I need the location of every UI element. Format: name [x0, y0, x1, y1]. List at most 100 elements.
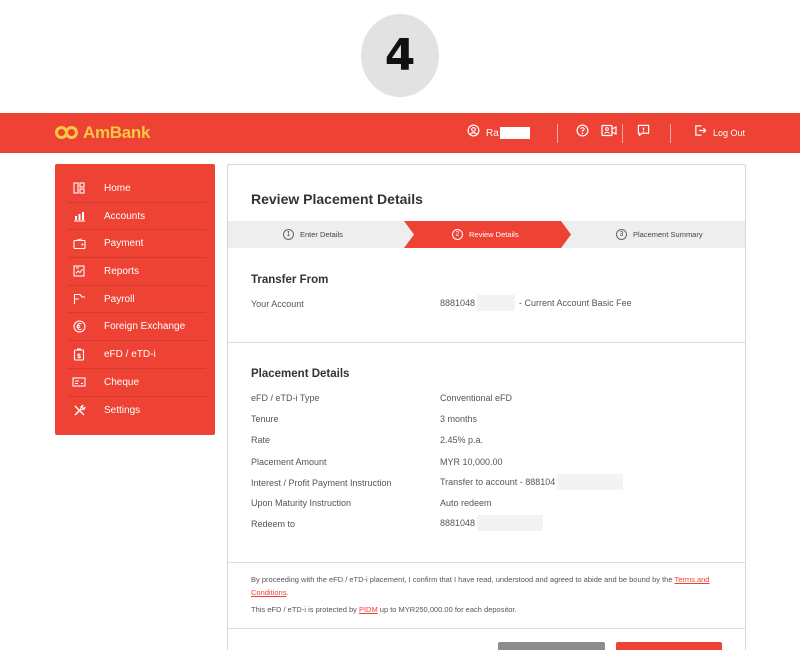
- sidebar-item-home[interactable]: Home: [68, 175, 206, 203]
- ambank-logo-mark-icon: [55, 125, 79, 141]
- pidm-link[interactable]: PIDM: [359, 605, 378, 614]
- user-menu[interactable]: Ra: [467, 113, 530, 153]
- user-circle-icon: [467, 124, 480, 142]
- step-label: Placement Summary: [633, 230, 703, 239]
- redacted-account-digits: [557, 474, 624, 490]
- placement-details-title: Placement Details: [251, 368, 350, 380]
- svg-text:$: $: [77, 352, 82, 360]
- settings-icon: [72, 403, 86, 417]
- step-label: Enter Details: [300, 230, 343, 239]
- pidm-statement: This eFD / eTD-i is protected by PIDM up…: [251, 603, 731, 616]
- sidebar-item-label: Cheque: [104, 376, 140, 388]
- step-number: 1: [283, 229, 294, 240]
- redeem-to-value: 8881048: [440, 518, 476, 528]
- sidebar-item-reports[interactable]: Reports: [68, 258, 206, 286]
- interest-instruction-value: Transfer to account - 888104: [440, 477, 556, 487]
- step-number-badge: 4: [361, 14, 439, 97]
- transfer-from-title: Transfer From: [251, 274, 329, 286]
- efd-type-value: Conventional eFD: [440, 393, 513, 403]
- topbar-divider: [622, 124, 623, 143]
- detail-label: Tenure: [251, 414, 279, 424]
- ambank-logo-text: AmBank: [83, 123, 151, 142]
- detail-value: Auto redeem: [440, 498, 492, 508]
- sidebar-item-label: Settings: [104, 404, 141, 416]
- detail-value: Transfer to account - 888104: [440, 474, 624, 490]
- step-number: 2: [452, 229, 463, 240]
- confirm-button[interactable]: [616, 642, 722, 650]
- logout-button[interactable]: Log Out: [694, 113, 745, 153]
- user-name: Ra: [486, 127, 499, 139]
- detail-value: 2.45% p.a.: [440, 435, 483, 445]
- detail-value: MYR 10,000.00: [440, 457, 503, 467]
- sidebar-item-efd-etd-i[interactable]: $ eFD / eTD-i: [68, 341, 206, 369]
- sidebar-item-accounts[interactable]: Accounts: [68, 203, 206, 231]
- chat-icon: [637, 124, 650, 142]
- step-number: 3: [616, 229, 627, 240]
- logout-label: Log Out: [713, 128, 746, 138]
- placement-amount-value: MYR 10,000.00: [440, 457, 503, 467]
- your-account-value: 8881048 - Current Account Basic Fee: [440, 295, 632, 311]
- deposit-icon: $: [72, 347, 86, 361]
- rate-value: 2.45% p.a.: [440, 435, 484, 445]
- section-divider: [228, 628, 745, 629]
- review-placement-card: Review Placement Details 1 Enter Details…: [227, 164, 746, 650]
- sidebar-item-label: eFD / eTD-i: [104, 348, 156, 360]
- accounts-icon: [72, 209, 86, 223]
- detail-value: 8881048: [440, 515, 544, 531]
- help-button[interactable]: [576, 113, 589, 153]
- topbar-divider: [557, 124, 558, 143]
- ambank-logo[interactable]: AmBank: [55, 123, 150, 143]
- back-button[interactable]: [498, 642, 605, 650]
- sidebar-navigation: Home Accounts Payment Reports Payroll Fo…: [55, 164, 215, 435]
- step-number: 4: [384, 30, 416, 81]
- logout-icon: [694, 124, 707, 142]
- detail-label: Upon Maturity Instruction: [251, 498, 352, 508]
- redacted-user-name: [499, 127, 530, 139]
- payment-icon: [72, 237, 86, 251]
- sidebar-item-label: Foreign Exchange: [104, 321, 186, 333]
- tenure-value: 3 months: [440, 414, 478, 424]
- redacted-account-digits: [477, 515, 544, 531]
- detail-label: Placement Amount: [251, 457, 327, 467]
- section-divider: [228, 562, 745, 563]
- video-icon: [601, 124, 617, 142]
- detail-label: Rate: [251, 435, 271, 445]
- reports-icon: [72, 264, 86, 278]
- sidebar-item-label: Home: [104, 182, 131, 194]
- sidebar-item-settings[interactable]: Settings: [68, 397, 206, 425]
- help-icon: [576, 124, 589, 142]
- detail-value: 3 months: [440, 414, 477, 424]
- video-call-button[interactable]: [601, 113, 617, 153]
- step-label: Review Details: [469, 230, 519, 239]
- top-navigation-bar: AmBank Ra Log Out: [0, 113, 800, 153]
- sidebar-item-payroll[interactable]: Payroll: [68, 286, 206, 314]
- home-icon: [72, 181, 86, 195]
- detail-label: Redeem to: [251, 519, 296, 529]
- sidebar-item-label: Payment: [104, 238, 144, 250]
- sidebar-item-cheque[interactable]: Cheque: [68, 369, 206, 397]
- sidebar-item-payment[interactable]: Payment: [68, 230, 206, 259]
- account-type: - Current Account Basic Fee: [519, 298, 632, 308]
- euro-icon: [72, 320, 86, 334]
- terms-statement: By proceeding with the eFD / eTD-i place…: [251, 573, 731, 599]
- payroll-icon: [72, 292, 86, 306]
- account-number: 8881048: [440, 298, 476, 308]
- section-divider: [228, 342, 745, 343]
- redacted-account-digits: [477, 295, 516, 311]
- topbar-divider: [670, 124, 671, 143]
- cheque-icon: [72, 375, 86, 389]
- terms-text: By proceeding with the eFD / eTD-i place…: [251, 575, 675, 584]
- maturity-instruction-value: Auto redeem: [440, 498, 492, 508]
- terms-text-end: .: [286, 588, 289, 597]
- pidm-text-end: up to MYR250,000.00 for each depositor.: [377, 605, 517, 614]
- pidm-text: This eFD / eTD-i is protected by: [251, 605, 359, 614]
- detail-label: eFD / eTD-i Type: [251, 393, 320, 403]
- sidebar-item-foreign-exchange[interactable]: Foreign Exchange: [68, 313, 206, 342]
- page-title: Review Placement Details: [251, 191, 423, 207]
- step-review-details: 2 Review Details: [452, 221, 519, 248]
- your-account-label: Your Account: [251, 299, 304, 309]
- sidebar-item-label: Reports: [104, 265, 140, 277]
- step-enter-details: 1 Enter Details: [283, 221, 343, 248]
- message-button[interactable]: [637, 113, 650, 153]
- detail-value: Conventional eFD: [440, 393, 512, 403]
